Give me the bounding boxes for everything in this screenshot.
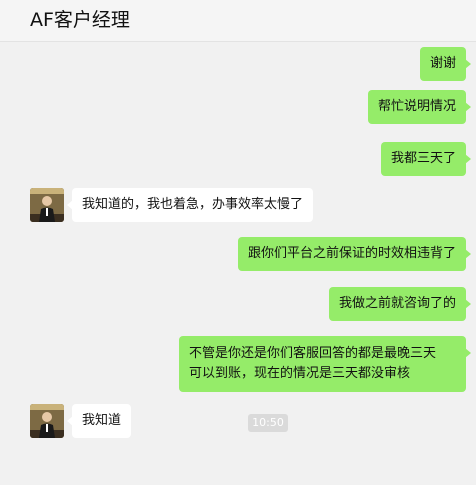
message-bubble[interactable]: 我都三天了 [380,142,472,176]
message-text: 我都三天了 [390,151,456,166]
contact-avatar[interactable] [30,188,64,222]
message-text: 我知道 [82,413,122,428]
message-list[interactable]: 谢谢 帮忙说明情况 我都三天了 我知道的，我也着急，办事效率太慢了 跟你们平台之… [0,43,476,485]
message-text: 谢谢 [429,56,456,71]
message-bubble[interactable]: 帮忙说明情况 [367,90,472,124]
chat-header: AF客户经理 [0,0,476,42]
message-timestamp: 10:50 [248,414,288,432]
message-text: 帮忙说明情况 [377,99,456,114]
contact-avatar[interactable] [30,404,64,438]
message-bubble[interactable]: 我知道的，我也着急，办事效率太慢了 [66,188,314,222]
message-bubble[interactable]: 我做之前就咨询了的 [328,287,472,321]
message-text-line: 可以到账，现在的情况是三天都没审核 [189,366,411,381]
message-text: 我做之前就咨询了的 [338,296,456,311]
chat-title: AF客户经理 [30,9,130,31]
message-bubble[interactable]: 不管是你还是你们客服回答的都是最晚三天 可以到账，现在的情况是三天都没审核 [179,336,471,392]
message-bubble[interactable]: 谢谢 [419,47,472,81]
message-bubble[interactable]: 我知道 [66,404,132,438]
message-text-line: 不管是你还是你们客服回答的都是最晚三天 [189,346,437,361]
avatar-image [30,188,64,222]
message-bubble[interactable]: 跟你们平台之前保证的时效相违背了 [237,237,472,271]
message-text: 跟你们平台之前保证的时效相违背了 [247,246,456,261]
message-text: 我知道的，我也着急，办事效率太慢了 [82,197,304,212]
avatar-image [30,404,64,438]
